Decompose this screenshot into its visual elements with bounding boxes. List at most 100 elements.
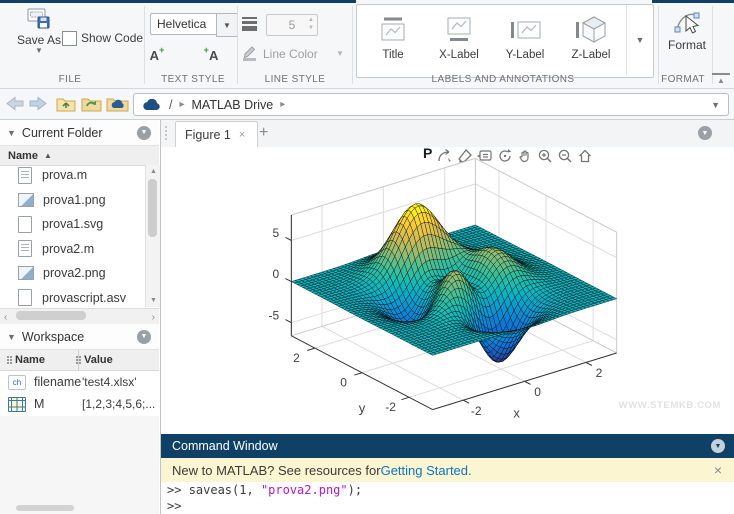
save-as-icon xyxy=(27,8,50,29)
spinner-arrows-icon[interactable]: ▲ ▼ xyxy=(308,16,314,32)
font-name-value: Helvetica xyxy=(157,17,207,31)
line-color-label: Line Color xyxy=(263,47,318,61)
file-row[interactable]: prova2.m xyxy=(0,237,145,262)
command-window-title: Command Window xyxy=(172,439,278,453)
workspace-header[interactable]: ▼ Workspace ▼ xyxy=(0,324,159,350)
section-divider xyxy=(237,6,238,84)
ribbon-top-accent xyxy=(0,0,356,3)
z-label-button[interactable]: Z-Label xyxy=(559,7,623,73)
file-name: prova2.m xyxy=(42,241,95,256)
matlab-online-window: Save As ▼ Show Code FILE Helvetica ▼ A + … xyxy=(0,0,734,514)
save-as-button[interactable]: Save As ▼ xyxy=(10,8,68,55)
x-label-icon xyxy=(447,17,471,41)
scroll-left-icon[interactable]: ‹ xyxy=(4,312,7,323)
tab-figure-1[interactable]: Figure 1 × xyxy=(175,121,258,148)
breadcrumb-root[interactable]: / xyxy=(161,98,172,112)
workspace-column-header[interactable]: Name Value xyxy=(0,350,159,371)
scroll-up-icon[interactable]: ▲ xyxy=(150,168,157,175)
forward-arrow-icon[interactable] xyxy=(29,96,47,111)
folder-column-header[interactable]: Name ▲ xyxy=(0,146,159,166)
ws-value-column-label: Value xyxy=(83,354,113,366)
show-code-label: Show Code xyxy=(81,31,144,45)
line-color-icon xyxy=(243,46,256,61)
cloud-icon xyxy=(143,98,160,110)
scrollbar-thumb[interactable] xyxy=(148,179,157,237)
column-grip-icon[interactable] xyxy=(6,355,11,365)
close-icon[interactable]: × xyxy=(239,129,245,141)
panel-actions-icon[interactable]: ▼ xyxy=(137,329,151,344)
line-style-section-label: LINE STYLE xyxy=(264,74,326,85)
title-button-label: Title xyxy=(382,49,404,61)
file-row[interactable]: prova1.png xyxy=(0,188,145,213)
scroll-right-icon[interactable]: › xyxy=(152,312,155,323)
section-divider xyxy=(658,6,659,84)
line-color-dropdown-icon[interactable]: ▼ xyxy=(336,49,344,58)
getting-started-link[interactable]: Getting Started. xyxy=(381,463,472,478)
file-row[interactable]: prova2.png xyxy=(0,261,145,286)
folder-refresh-icon[interactable] xyxy=(81,95,102,112)
banner-text: New to MATLAB? See resources for xyxy=(172,462,381,478)
prompt: >> xyxy=(167,499,182,513)
workspace-title: Workspace xyxy=(21,329,85,344)
back-arrow-icon[interactable] xyxy=(6,96,24,111)
left-sidebar: ▼ Current Folder ▼ Name ▲ prova.m prova1.… xyxy=(0,120,161,514)
char-variable-icon: ch xyxy=(8,374,26,390)
close-icon[interactable]: × xyxy=(714,462,722,478)
format-section-label: FORMAT xyxy=(661,74,705,85)
x-label-button[interactable]: X-Label xyxy=(427,7,491,73)
script-file-icon xyxy=(18,166,32,184)
command-window[interactable]: >> saveas(1, "prova2.png"); >> xyxy=(161,482,734,514)
surface-canvas[interactable] xyxy=(234,152,674,434)
workspace-row[interactable]: M [1,2,3;4,5,6;... xyxy=(0,393,159,415)
title-icon xyxy=(381,17,405,41)
breadcrumb-dropdown-icon[interactable]: ▼ xyxy=(711,100,720,110)
file-row[interactable]: provascript.asv xyxy=(0,286,145,308)
show-code-checkbox[interactable] xyxy=(62,31,77,46)
z-label-button-label: Z-Label xyxy=(571,49,611,61)
font-decrease-button[interactable]: + A xyxy=(200,45,222,65)
file-file-icon xyxy=(18,215,32,233)
matrix-variable-icon xyxy=(8,396,26,412)
breadcrumb-segment[interactable]: MATLAB Drive xyxy=(192,98,274,112)
folder-up-icon[interactable] xyxy=(56,95,76,112)
file-row[interactable]: prova1.svg xyxy=(0,212,145,237)
file-list: prova.m prova1.png prova1.svg prova2.m prova… xyxy=(0,166,145,307)
file-section-label: FILE xyxy=(58,74,82,85)
collapse-ribbon-button[interactable]: ▲ xyxy=(712,73,730,88)
variable-name: filename xyxy=(34,375,82,389)
title-button[interactable]: Title xyxy=(361,7,425,73)
new-tab-button[interactable]: + xyxy=(259,124,268,142)
scrollbar-thumb[interactable] xyxy=(16,311,86,320)
file-name: prova2.png xyxy=(43,266,106,281)
file-row[interactable]: prova.m xyxy=(0,166,145,188)
command-window-header[interactable]: Command Window ▼ xyxy=(161,434,734,458)
format-button[interactable]: Format xyxy=(662,8,712,52)
collapse-triangle-icon[interactable]: ▼ xyxy=(0,128,22,138)
collapse-triangle-icon[interactable]: ▼ xyxy=(0,332,22,342)
panel-actions-icon[interactable]: ▼ xyxy=(137,125,151,140)
cloud-folder-icon[interactable] xyxy=(106,95,129,112)
panel-actions-icon[interactable]: ▼ xyxy=(698,126,712,140)
scroll-down-icon[interactable]: ▼ xyxy=(150,297,157,304)
column-divider[interactable] xyxy=(78,350,79,370)
command-prompt-line[interactable]: >> xyxy=(161,498,734,514)
file-list-horizontal-scrollbar[interactable]: ‹ › xyxy=(0,308,159,325)
font-name-dropdown-button[interactable]: ▼ xyxy=(216,13,238,37)
workspace-row[interactable]: ch filename 'test4.xlsx' xyxy=(0,371,159,393)
image-file-icon xyxy=(18,266,34,281)
font-name-combobox[interactable]: Helvetica xyxy=(150,13,218,35)
panel-actions-icon[interactable]: ▼ xyxy=(711,439,725,453)
panel-grip-icon[interactable] xyxy=(165,126,167,140)
line-width-spinner[interactable]: 5 ▲ ▼ xyxy=(266,14,318,36)
file-list-vertical-scrollbar[interactable]: ▲ ▼ xyxy=(145,165,160,307)
current-folder-header[interactable]: ▼ Current Folder ▼ xyxy=(0,120,159,146)
y-label-button[interactable]: Y-Label xyxy=(493,7,557,73)
font-increase-button[interactable]: A + xyxy=(146,45,168,65)
figure-canvas-area: P xyxy=(161,145,734,434)
chevron-down-icon: ▼ xyxy=(35,46,43,55)
gallery-expand-button[interactable]: ▼ xyxy=(626,5,653,75)
chevron-right-icon: ▸ xyxy=(280,99,286,110)
scrollbar-thumb[interactable] xyxy=(16,505,74,511)
chevron-down-icon: ▼ xyxy=(223,20,231,30)
breadcrumb[interactable]: / ▸ MATLAB Drive ▸ ▼ xyxy=(133,93,729,116)
